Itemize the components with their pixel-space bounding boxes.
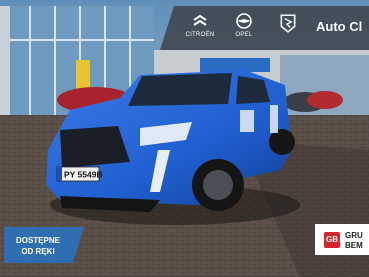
dealer-name: Auto Cl [316,19,363,34]
photo-frame: PY 5549B CITROËN OPEL Auto Cl DOSTĘPNE O… [0,0,369,277]
peugeot-logo-icon [280,14,296,33]
brand-header: CITROËN OPEL Auto Cl [160,6,369,50]
availability-line-2: OD RĘKI [21,247,55,256]
citroen-label: CITROËN [185,32,215,38]
license-plate: PY 5549B [56,166,103,182]
group-logo-line-1: GRU [345,231,363,240]
peugeot-brand [270,12,306,34]
plate-text: PY 5549B [64,170,103,180]
availability-line-1: DOSTĘPNE [15,236,60,245]
opel-logo-icon [236,13,252,29]
availability-badge: DOSTĘPNE OD RĘKI [4,227,84,263]
citroen-logo-icon [193,14,207,26]
opel-label: OPEL [235,32,253,38]
group-logo-icon: GB [324,232,340,248]
group-logo-line-2: BEM [345,241,363,250]
citroen-brand: CITROËN [182,12,218,38]
dealer-group-logo: GB GRU BEM [315,224,369,255]
opel-brand: OPEL [226,12,262,38]
